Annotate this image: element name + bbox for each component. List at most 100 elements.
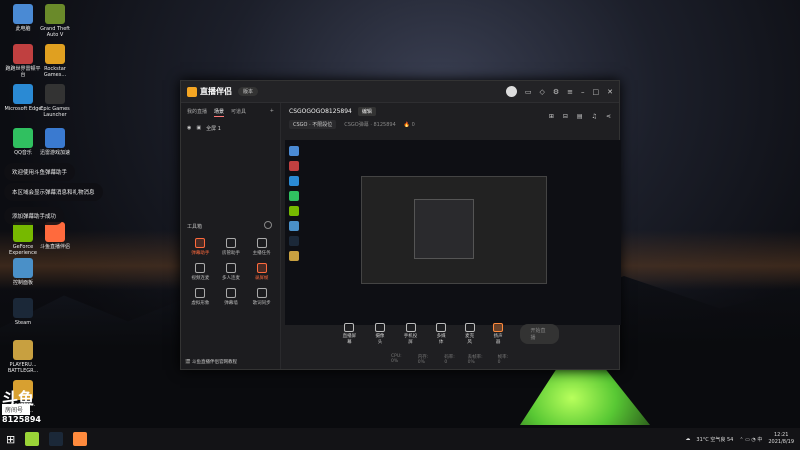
tool-item[interactable]: 多人连麦 (216, 263, 247, 281)
edit-room-button[interactable]: 编辑 (357, 107, 376, 116)
message-icon[interactable]: ▭ (525, 88, 532, 96)
stream-preview[interactable] (285, 140, 621, 325)
tool-icon (256, 238, 267, 248)
desktop-icon[interactable]: Rockstar Games... (36, 44, 74, 78)
camera-button[interactable]: 摄像头 (374, 323, 387, 345)
status-bar: CPU: 0% 内存: 0% 码率: 0 丢帧率: 0% 帧率: 0 (391, 354, 509, 365)
category-select[interactable]: CSGO · 不限段位 (289, 120, 337, 129)
close-icon[interactable]: ✕ (607, 88, 613, 96)
app-icon (45, 84, 65, 104)
desktop-icon[interactable]: 控制面板 (4, 258, 42, 286)
app-logo-icon (187, 86, 197, 97)
settings-icon[interactable]: ⚙ (553, 88, 559, 96)
screen-capture-button[interactable]: 直播屏幕 (341, 323, 358, 345)
app-icon (45, 222, 65, 242)
tool-item[interactable]: 主播任务 (246, 238, 277, 256)
shop-icon[interactable]: ⊟ (563, 113, 568, 120)
microphone-button[interactable]: 麦克风 (463, 323, 476, 345)
tool-item[interactable]: 歌词同步 (246, 288, 277, 306)
add-tab-icon[interactable]: + (270, 108, 274, 117)
app-icon (13, 340, 33, 360)
tool-label: 多人连麦 (221, 276, 240, 281)
maximize-icon[interactable]: □ (593, 88, 600, 96)
taskbar-app-3[interactable] (73, 432, 88, 446)
app-logo-text: 直播伴侣 (200, 87, 232, 96)
tool-label: 录屏帧 (254, 276, 269, 281)
app-icon (13, 298, 33, 318)
sidebar: 我的直播 场景 可道具 + ◉ ▣ 全屏 1 工具箱 弹幕助手 房管助手 主播任务视… (181, 103, 281, 369)
tools-settings-icon[interactable] (264, 221, 272, 229)
skin-icon[interactable]: ◇ (539, 88, 544, 96)
app-icon (45, 4, 65, 24)
minimize-icon[interactable]: – (581, 88, 585, 96)
live-companion-window: 直播伴侣 版本 ▭ ◇ ⚙ ≡ – □ ✕ 我的直播 场景 可道具 + ◉ ▣ … (180, 80, 621, 370)
lock-icon[interactable]: ▣ (196, 125, 201, 132)
app-icon (13, 128, 33, 148)
taskbar-app-2[interactable] (49, 432, 64, 446)
hot-count: 🔥 0 (403, 121, 415, 128)
tab-scene[interactable]: 场景 (214, 108, 225, 117)
tutorial-link[interactable]: 🎬 斗鱼直播伴侣官网教程 (185, 359, 276, 365)
tab-props[interactable]: 可道具 (231, 108, 246, 117)
tool-label: 弹幕墙 (224, 301, 238, 306)
tool-icon (225, 238, 236, 248)
desktop-icon[interactable]: 斗鱼直播伴侣 (36, 222, 74, 250)
tool-item[interactable]: 房管助手 (216, 238, 247, 256)
version-button[interactable]: 版本 (238, 87, 259, 96)
room-subtitle: CSGO弹幕 · 8125894 (344, 122, 396, 128)
tool-item[interactable]: 弹幕助手 (185, 238, 216, 256)
desktop-icon-label: PLAYERU... BATTLEGR... (7, 362, 39, 374)
desktop-icon-label: Grand Theft Auto V (40, 26, 70, 38)
desktop-icon-label: Steam (14, 320, 32, 326)
desktop-icon[interactable]: Steam (4, 298, 42, 326)
tool-icon (195, 238, 206, 248)
avatar[interactable] (505, 86, 517, 97)
app-icon (45, 128, 65, 148)
tool-item[interactable]: 弹幕墙 (216, 288, 247, 306)
tasks-icon[interactable]: ▤ (577, 113, 583, 120)
desktop-icon[interactable]: Grand Theft Auto V (36, 4, 74, 38)
eye-icon[interactable]: ◉ (187, 125, 191, 132)
tool-icon (195, 288, 206, 298)
scene-item[interactable]: 全屏 1 (206, 125, 221, 132)
desktop-icon[interactable]: Epic Games Launcher (36, 84, 74, 118)
room-title: CSGOGOGO8125894 (289, 108, 352, 115)
app-icon (13, 84, 33, 104)
phone-cast-button[interactable]: 手机投屏 (402, 323, 419, 345)
weather-icon[interactable]: ☁ (685, 436, 690, 442)
app-icon (13, 258, 33, 278)
desktop-icon-label: Rockstar Games... (43, 66, 67, 78)
tool-item[interactable]: 录屏帧 (246, 263, 277, 281)
desktop-icon[interactable]: 迅雷游戏加速 (36, 128, 74, 156)
weather-text[interactable]: 31°C 空气良 54 (696, 436, 733, 443)
speaker-button[interactable]: 扬声器 (492, 323, 505, 345)
tool-item[interactable]: 虚拟形象 (185, 288, 216, 306)
tool-label: 弹幕助手 (191, 251, 210, 256)
clock[interactable]: 12:21 2021/8/19 (768, 432, 794, 446)
app-icon (13, 44, 33, 64)
notification-3: 添加弹幕助手成功 (4, 207, 65, 225)
tray-icons[interactable]: ⌃ ▭ ◔ 中 (739, 436, 762, 443)
tab-my-live[interactable]: 我的直播 (187, 108, 207, 117)
desktop-icon[interactable]: PLAYERU... BATTLEGR... (4, 340, 42, 374)
menu-icon[interactable]: ≡ (567, 88, 573, 96)
main-area: CSGOGOGO8125894 编辑 CSGO · 不限段位 CSGO弹幕 · … (281, 103, 621, 369)
share-icon[interactable]: ⋖ (606, 113, 611, 120)
tool-icon (256, 288, 267, 298)
notification-1: 欢迎使用斗鱼弹幕助手 (4, 163, 76, 181)
windows-start-icon[interactable]: ⊞ (6, 433, 15, 446)
app-icon (45, 44, 65, 64)
tool-item[interactable]: 视频连麦 (185, 263, 216, 281)
taskbar: ⊞ ☁ 31°C 空气良 54 ⌃ ▭ ◔ 中 12:21 2021/8/19 (0, 428, 800, 450)
tool-label: 虚拟形象 (191, 301, 210, 306)
tools-header: 工具箱 (187, 224, 203, 230)
tool-label: 歌词同步 (252, 301, 271, 306)
title-bar: 直播伴侣 版本 ▭ ◇ ⚙ ≡ – □ ✕ (181, 81, 619, 103)
multimedia-button[interactable]: 多媒体 (435, 323, 448, 345)
gift-icon[interactable]: ⊞ (549, 113, 554, 120)
douyu-watermark: 斗鱼 房间号 8125894 (2, 389, 41, 424)
bell-icon[interactable]: ♫ (592, 113, 597, 120)
taskbar-app-1[interactable] (25, 432, 40, 446)
desktop-icon-label: 迅雷游戏加速 (39, 150, 70, 156)
start-live-button[interactable]: 开始直播 (520, 324, 559, 344)
